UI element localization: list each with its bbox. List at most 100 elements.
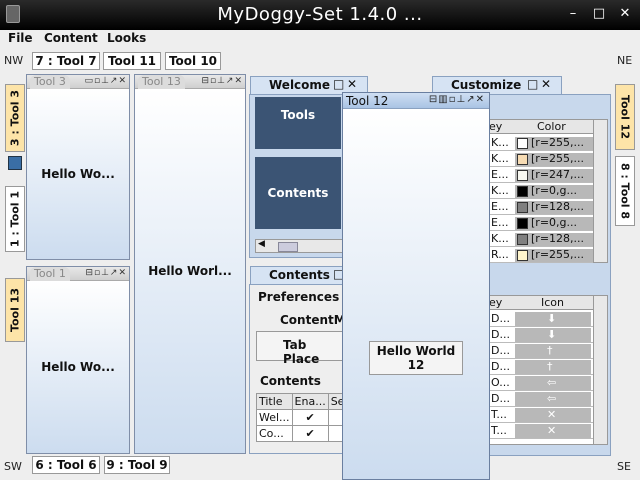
corner-nw: NW	[4, 54, 24, 67]
tab-placement-label: Tab Place	[283, 338, 320, 366]
tool13-title: Tool 13	[138, 75, 185, 89]
welcome-close-icon[interactable]: ✕	[347, 77, 357, 91]
close-icon[interactable]: ✕	[618, 7, 632, 21]
left-tab-tool13[interactable]: Tool 13	[5, 278, 25, 342]
checkbox[interactable]: ✔	[291, 425, 329, 442]
tool13-hello-text: Hello Worl...	[148, 264, 232, 278]
left-tab-tool1[interactable]: 1 : Tool 1	[5, 186, 25, 252]
checkbox[interactable]: ✔	[291, 409, 329, 426]
color-row-value: [r=128,...	[531, 200, 585, 213]
icon-glyph: †	[547, 344, 553, 357]
color-row-value: [r=0,g...	[531, 184, 577, 197]
color-swatch	[517, 250, 528, 261]
icon-glyph: ⇦	[547, 376, 557, 389]
color-row-key: R...	[491, 248, 509, 261]
tool13-window-icons[interactable]: ⊟▫⊥↗✕	[201, 76, 243, 86]
minimize-icon[interactable]: –	[566, 7, 580, 21]
top-tab-tool7[interactable]: 7 : Tool 7	[32, 52, 100, 70]
icon-glyph: ⬇	[547, 312, 557, 325]
menu-looks[interactable]: Looks	[107, 31, 146, 45]
right-tab-tool8[interactable]: 8 : Tool 8	[615, 156, 635, 226]
welcome-tools-button[interactable]: Tools	[255, 97, 341, 149]
tool3-titlebar[interactable]: Tool 3 ▭▫⊥↗✕	[27, 75, 129, 89]
color-row-key: K...	[491, 232, 509, 245]
color-row-key: E...	[491, 168, 509, 181]
contents-table[interactable]: Title Ena... Se Wel... ✔ Co... ✔	[256, 393, 348, 442]
scrollbar-thumb[interactable]	[278, 242, 298, 252]
color-swatch	[517, 218, 528, 229]
icon-row-key: D...	[491, 328, 510, 341]
color-swatch	[517, 154, 528, 165]
tool13-titlebar[interactable]: Tool 13 ⊟▫⊥↗✕	[135, 75, 245, 89]
tool3-window-icons[interactable]: ▭▫⊥↗✕	[84, 76, 127, 86]
color-row-value: [r=0,g...	[531, 216, 577, 229]
tool3-panel: Tool 3 ▭▫⊥↗✕ Hello Wo...	[26, 74, 130, 260]
tab-contents-label: Contents	[269, 268, 330, 282]
icon-row-key: D...	[491, 392, 510, 405]
tool3-hello-text: Hello Wo...	[41, 167, 115, 181]
tool12-content: Hello World 12	[343, 109, 489, 479]
welcome-contents-button[interactable]: Contents	[255, 157, 341, 229]
welcome-horizontal-scrollbar[interactable]: ◀	[255, 239, 343, 253]
table-row[interactable]: Co... ✔	[256, 425, 348, 442]
icon-glyph: ✕	[547, 424, 557, 437]
table-cell: Co...	[256, 425, 293, 442]
table-cell: Wel...	[256, 409, 293, 426]
window-title-bar[interactable]: MyDoggy-Set 1.4.0 ... – □ ✕	[0, 0, 640, 30]
icon-row-key: D...	[491, 344, 510, 357]
tool12-floating-panel: Tool 12 ⊟▥▫⊥↗✕ Hello World 12	[342, 92, 490, 480]
color-row-value: [r=247,...	[531, 168, 585, 181]
color-swatch	[517, 202, 528, 213]
left-tab-tool3-label: 3 : Tool 3	[8, 89, 22, 147]
scroll-left-icon[interactable]: ◀	[258, 239, 265, 249]
tool12-titlebar[interactable]: Tool 12 ⊟▥▫⊥↗✕	[343, 93, 489, 109]
bottom-tab-tool6[interactable]: 6 : Tool 6	[32, 456, 100, 474]
right-tab-tool12-label: Tool 12	[618, 94, 632, 140]
welcome-maximize-icon[interactable]: □	[333, 77, 344, 91]
tab-placement-box[interactable]: Tab Place	[256, 331, 346, 366]
right-tab-tool12[interactable]: Tool 12	[615, 84, 635, 150]
customize-close-icon[interactable]: ✕	[541, 77, 551, 91]
menu-file[interactable]: File	[8, 31, 33, 45]
icon-glyph: †	[547, 360, 553, 373]
icon-row-key: D...	[491, 360, 510, 373]
table-row[interactable]: Wel... ✔	[256, 409, 348, 426]
save-icon[interactable]	[8, 156, 22, 170]
customize-maximize-icon[interactable]: □	[527, 77, 538, 91]
color-row-key: E...	[491, 216, 509, 229]
tool13-panel: Tool 13 ⊟▫⊥↗✕ Hello Worl...	[134, 74, 246, 454]
tool13-content: Hello Worl...	[135, 89, 245, 453]
icon-glyph: ✕	[547, 408, 557, 421]
top-tab-tool10[interactable]: Tool 10	[165, 52, 221, 70]
color-row-value: [r=255,...	[531, 248, 585, 261]
color-row-value: [r=255,...	[531, 152, 585, 165]
tab-contents[interactable]: Contents □	[250, 266, 346, 284]
maximize-icon[interactable]: □	[592, 7, 606, 21]
menu-bar: File Content Looks	[0, 30, 640, 48]
tool1-titlebar[interactable]: Tool 1 ⊟▫⊥↗✕	[27, 267, 129, 281]
table-header[interactable]: Ena...	[291, 393, 329, 410]
left-tab-tool3[interactable]: 3 : Tool 3	[5, 84, 25, 152]
tool1-title: Tool 1	[30, 267, 70, 281]
icon-table-scrollbar[interactable]	[593, 296, 607, 444]
content-manager-label: ContentM	[280, 313, 346, 327]
menu-content[interactable]: Content	[44, 31, 98, 45]
color-row-key: K...	[491, 152, 509, 165]
corner-se: SE	[617, 460, 631, 473]
top-tab-tool11[interactable]: Tool 11	[103, 52, 161, 70]
contents-panel: Preferences ContentM Tab Place Contents …	[249, 284, 348, 454]
icon-row-key: T...	[491, 424, 507, 437]
icon-glyph: ⇦	[547, 392, 557, 405]
contents-group-label: Contents	[260, 374, 321, 388]
tab-customize-label: Customize	[451, 78, 522, 92]
color-header-key: ey	[489, 120, 503, 133]
color-swatch	[517, 138, 528, 149]
left-tab-tool13-label: Tool 13	[8, 287, 22, 333]
color-table-scrollbar[interactable]	[593, 120, 607, 262]
tool1-window-icons[interactable]: ⊟▫⊥↗✕	[85, 268, 127, 278]
color-swatch	[517, 186, 528, 197]
bottom-tab-tool9[interactable]: 9 : Tool 9	[104, 456, 170, 474]
tool12-window-icons[interactable]: ⊟▥▫⊥↗✕	[429, 94, 485, 105]
color-row-key: K...	[491, 184, 509, 197]
table-header[interactable]: Title	[256, 393, 293, 410]
